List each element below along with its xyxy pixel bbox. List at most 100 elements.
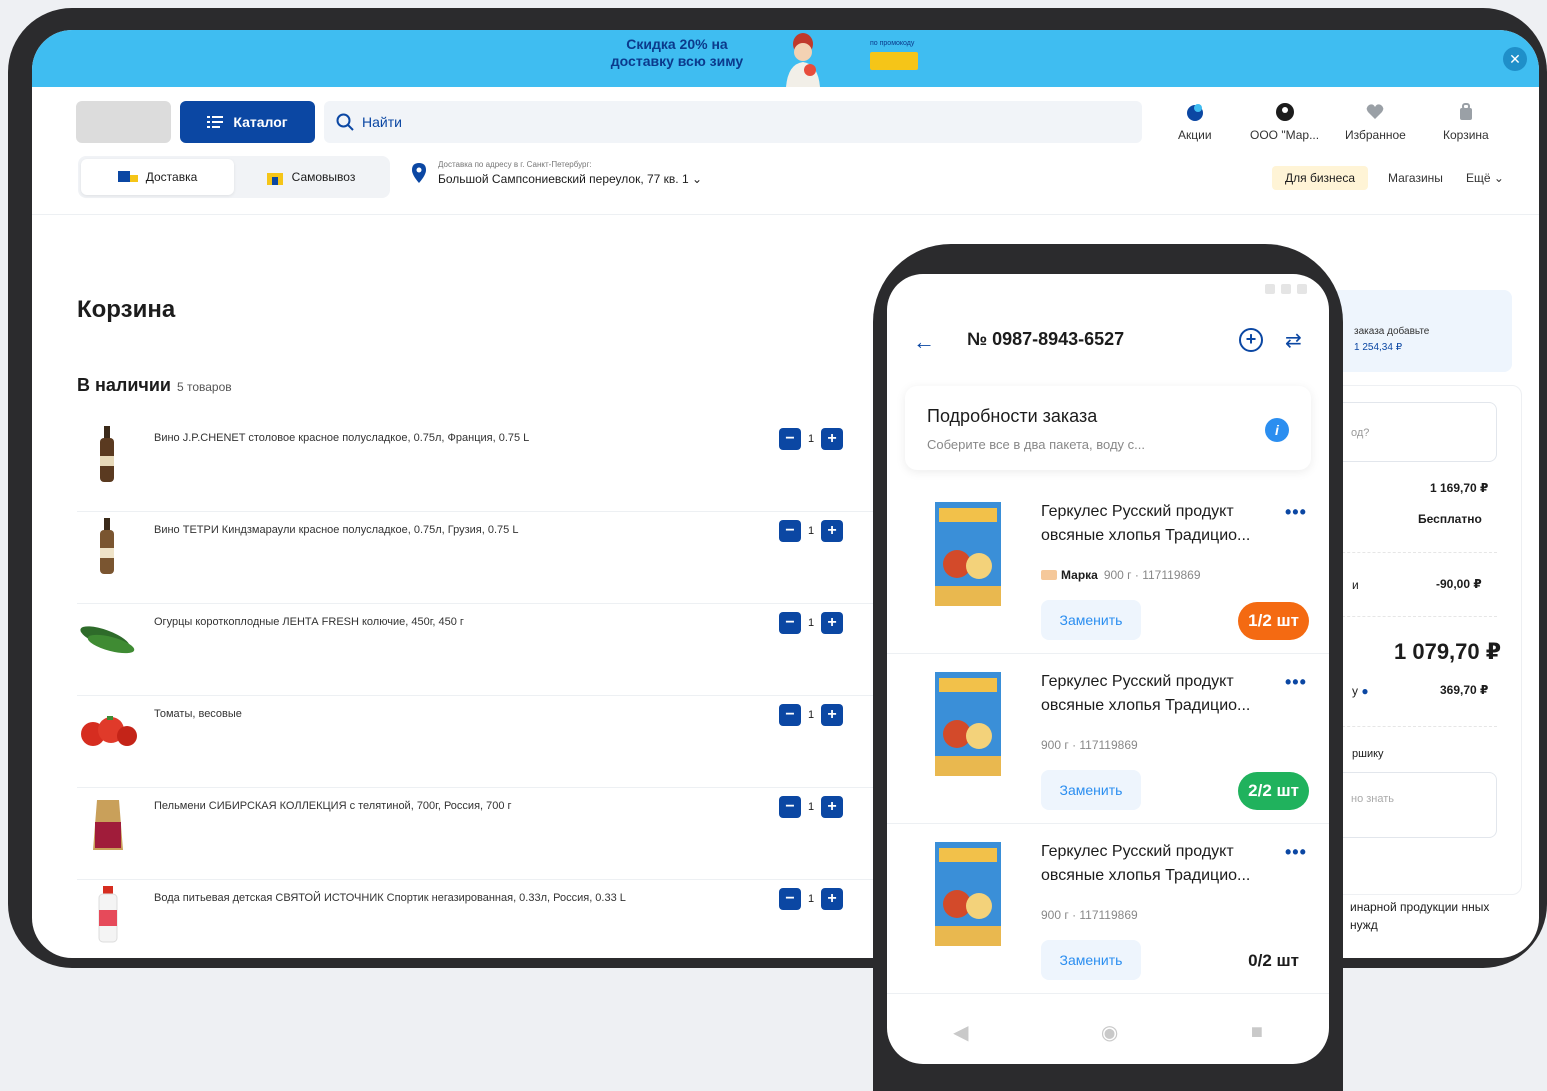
site-logo[interactable]	[76, 101, 171, 143]
chevron-down-icon: ⌄	[691, 172, 703, 186]
total-value: 1 079,70 ₽	[1394, 639, 1502, 664]
replace-button[interactable]: Заменить	[1041, 600, 1141, 640]
nav-back-icon[interactable]: ◀	[953, 1020, 968, 1045]
comment-input[interactable]: но знать	[1332, 772, 1497, 838]
order-item: Геркулес Русский продукт овсяные хлопья …	[887, 826, 1329, 994]
cart-item-name[interactable]: Пельмени СИБИРСКАЯ КОЛЛЕКЦИЯ с телятиной…	[154, 798, 744, 814]
search-placeholder: Найти	[362, 114, 402, 130]
more-options-icon[interactable]: •••	[1285, 502, 1307, 523]
delivery-address[interactable]: Доставка по адресу в г. Санкт-Петербург:…	[412, 160, 702, 186]
plus-button[interactable]: +	[821, 888, 843, 910]
cart-row: Пельмени СИБИРСКАЯ КОЛЛЕКЦИЯ с телятиной…	[77, 788, 877, 880]
phone-frame: ← № 0987-8943-6527 + ⇄ Подробности заказ…	[873, 244, 1343, 1091]
header-account[interactable]: ООО "Мар...	[1250, 102, 1319, 142]
nav-home-icon[interactable]: ◉	[1101, 1020, 1118, 1045]
cart-item-name[interactable]: Томаты, весовые	[154, 706, 744, 722]
wine-bottle-image	[100, 518, 114, 574]
promo-code-input[interactable]: од?	[1332, 402, 1497, 462]
minus-button[interactable]: −	[779, 428, 801, 450]
stores-link[interactable]: Магазины	[1388, 171, 1443, 185]
item-meta: Марка 900 г · 117119869	[1041, 568, 1201, 582]
minus-button[interactable]: −	[779, 612, 801, 634]
quantity-stepper: −1 +	[779, 428, 843, 450]
more-link[interactable]: Ещё ⌄	[1466, 171, 1504, 185]
more-options-icon[interactable]: •••	[1285, 842, 1307, 863]
minus-button[interactable]: −	[779, 796, 801, 818]
minus-button[interactable]: −	[779, 520, 801, 542]
divider	[1332, 552, 1497, 553]
details-title: Подробности заказа	[927, 406, 1098, 426]
header-promo[interactable]: Акции	[1178, 102, 1212, 142]
plus-button[interactable]: +	[821, 796, 843, 818]
add-circle-icon[interactable]: +	[1239, 328, 1263, 352]
order-item: Геркулес Русский продукт овсяные хлопья …	[887, 656, 1329, 824]
plus-button[interactable]: +	[821, 428, 843, 450]
quantity-value: 1	[807, 893, 815, 905]
menu-list-icon	[207, 116, 224, 128]
catalog-button[interactable]: Каталог	[180, 101, 315, 143]
sync-icon[interactable]: ⇄	[1285, 328, 1302, 353]
quantity-stepper: −1 +	[779, 612, 843, 634]
header-favorites[interactable]: Избранное	[1345, 102, 1406, 142]
more-options-icon[interactable]: •••	[1285, 672, 1307, 693]
plus-button[interactable]: +	[821, 704, 843, 726]
close-icon[interactable]: ✕	[1503, 47, 1527, 71]
details-subtitle: Соберите все в два пакета, воду с...	[927, 437, 1145, 452]
brand-icon	[1041, 570, 1057, 580]
minus-button[interactable]: −	[779, 888, 801, 910]
plus-button[interactable]: +	[821, 520, 843, 542]
divider	[1332, 726, 1497, 727]
banner-promo-code	[870, 52, 918, 70]
delivery-value: Бесплатно	[1418, 512, 1482, 526]
cart-item-name[interactable]: Вино J.P.CHENET столовое красное полусла…	[154, 430, 744, 446]
cucumber-image	[80, 626, 135, 654]
bonus-value: 369,70 ₽	[1440, 683, 1489, 697]
picked-count-badge[interactable]: 2/2 шт	[1238, 772, 1309, 810]
cart-row: Томаты, весовые −1 +	[77, 696, 877, 788]
quantity-stepper: −1 +	[779, 796, 843, 818]
cart-row: Вино ТЕТРИ Киндзмараули красное полуслад…	[77, 512, 877, 604]
cart-item-name[interactable]: Вода питьевая детская СВЯТОЙ ИСТОЧНИК Сп…	[154, 890, 744, 906]
tomato-image	[81, 716, 137, 746]
page-title: Корзина	[77, 296, 176, 323]
minus-button[interactable]: −	[779, 704, 801, 726]
info-icon[interactable]: i	[1265, 418, 1289, 442]
cart-item-name[interactable]: Огурцы короткоплодные ЛЕНТА FRESH колючи…	[154, 614, 744, 630]
cart-row: Огурцы короткоплодные ЛЕНТА FRESH колючи…	[77, 604, 877, 696]
nav-recents-icon[interactable]: ■	[1251, 1021, 1263, 1044]
order-item: Геркулес Русский продукт овсяные хлопья …	[887, 486, 1329, 654]
promo-banner[interactable]: Скидка 20% на доставку всю зиму по промо…	[32, 30, 1539, 87]
tab-delivery[interactable]: Доставка	[81, 159, 234, 195]
quantity-stepper: −1 +	[779, 704, 843, 726]
replace-button[interactable]: Заменить	[1041, 770, 1141, 810]
search-icon	[336, 113, 354, 131]
business-button[interactable]: Для бизнеса	[1272, 166, 1368, 190]
quantity-value: 1	[807, 433, 815, 445]
promo-icon	[1186, 104, 1203, 121]
cart-item-name[interactable]: Вино ТЕТРИ Киндзмараули красное полуслад…	[154, 522, 744, 538]
oats-box-image	[935, 842, 1001, 946]
delivery-mode-tabs: Доставка Самовывоз	[78, 156, 390, 198]
info-icon: ●	[1361, 684, 1369, 698]
plus-button[interactable]: +	[821, 612, 843, 634]
header-cart[interactable]: Корзина	[1443, 102, 1489, 142]
header-icon-label: Избранное	[1345, 128, 1406, 142]
chevron-down-icon: ⌄	[1493, 171, 1504, 185]
picked-count-badge[interactable]: 0/2 шт	[1238, 942, 1309, 980]
quantity-value: 1	[807, 709, 815, 721]
item-meta: 900 г · 117119869	[1041, 908, 1138, 922]
min-order-notice: заказа добавьте 1 254,34 ₽	[1332, 290, 1512, 372]
tab-label: Самовывоз	[291, 170, 356, 184]
location-pin-icon	[412, 163, 426, 183]
back-arrow-icon[interactable]: ←	[913, 329, 935, 355]
oats-box-image	[935, 502, 1001, 606]
phone-screen: ← № 0987-8943-6527 + ⇄ Подробности заказ…	[887, 274, 1329, 1064]
replace-button[interactable]: Заменить	[1041, 940, 1141, 980]
header-icon-label: ООО "Мар...	[1250, 128, 1320, 142]
picked-count-badge[interactable]: 1/2 шт	[1238, 602, 1309, 640]
tab-pickup[interactable]: Самовывоз	[234, 159, 387, 195]
search-input[interactable]: Найти	[324, 101, 1142, 143]
order-details-card[interactable]: Подробности заказа Соберите все в два па…	[905, 386, 1311, 470]
available-count: 5 товаров	[176, 380, 232, 394]
quantity-stepper: −1 +	[779, 888, 843, 910]
